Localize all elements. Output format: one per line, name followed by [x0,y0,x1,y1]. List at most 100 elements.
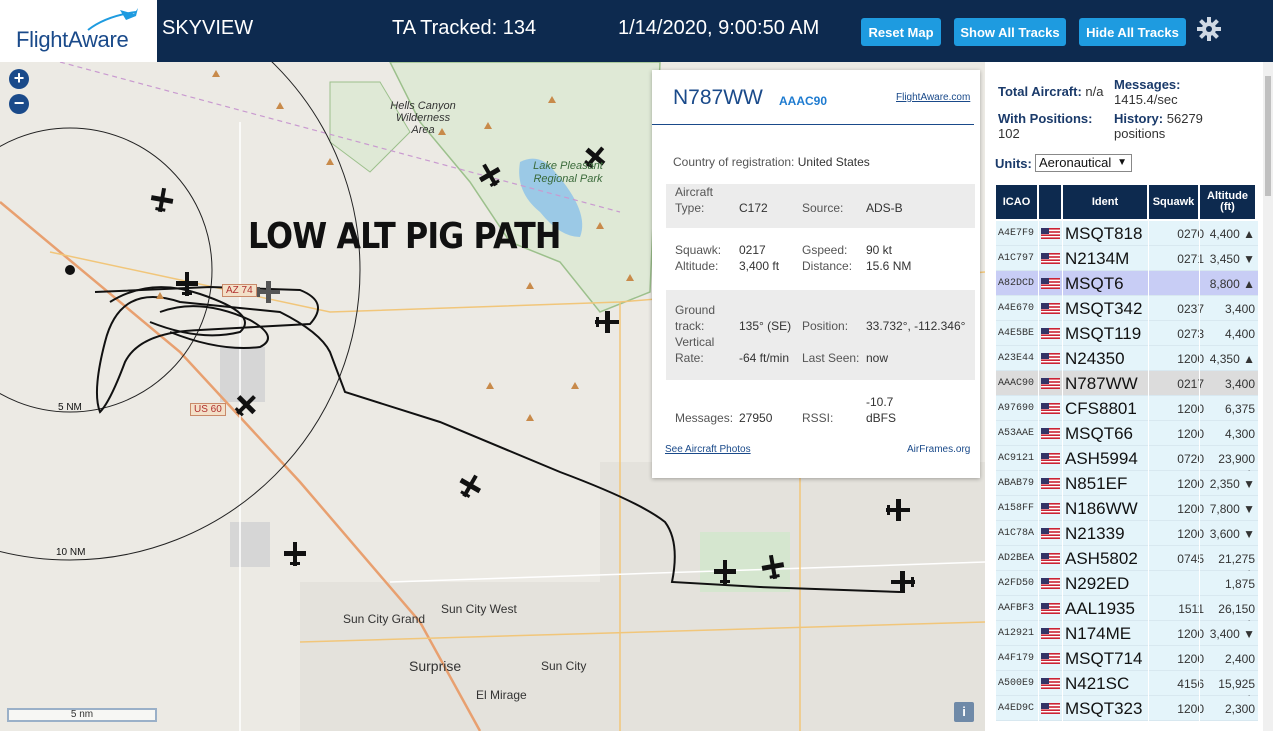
us-flag-icon [1041,503,1060,514]
row-altitude: 8,800 ▲ [1209,277,1255,291]
country-value: United States [797,155,870,169]
aircraft-row[interactable]: A2FD50 N292ED 1,875 [996,571,1258,596]
aircraft-row[interactable]: A53AAE MSQT66 1200 4,300 [996,421,1258,446]
aircraft-row[interactable]: A82DCD MSQT6 8,800 ▲ [996,271,1258,296]
map-info-button[interactable]: i [954,702,974,722]
aircraft-row[interactable]: A12921 N174ME 1200 3,400 ▼ [996,621,1258,646]
map-view[interactable]: + − LOW ALT PIG PATH Hells Canyon Wilder… [0,62,985,731]
row-ident: ASH5802 [1065,549,1138,568]
col-altitude[interactable]: Altitude (ft) [1200,185,1255,219]
gspeed-label: Gspeed: [802,243,848,257]
rssi-value: -10.7 dBFS [866,395,897,425]
row-altitude: 2,400 [1224,652,1255,666]
ground-track-label: Ground track: [675,303,716,333]
country-label: Country of registration: [673,155,795,169]
annotation-text: LOW ALT PIG PATH [248,216,561,257]
aircraft-photos-link[interactable]: See Aircraft Photos [665,444,751,455]
vertical-rate-label: Vertical Rate: [675,335,715,365]
aircraft-row[interactable]: AAFBF3AAL1935151126,150 ▲ [996,596,1258,630]
units-select[interactable]: Aeronautical ▼ [1035,154,1132,172]
messages-rate-value: 1415.4/sec [1114,92,1178,107]
aircraft-row[interactable]: A4F179 MSQT714 1200 2,400 [996,646,1258,671]
row-ident: MSQT818 [1065,224,1143,243]
row-icao: A500E9 [998,678,1035,689]
us-flag-icon [1041,553,1060,564]
row-altitude: 3,600 ▼ [1209,527,1255,541]
row-ident: N24350 [1065,349,1125,368]
row-icao: A2FD50 [998,578,1035,589]
zoom-in-button[interactable]: + [9,69,29,89]
position-value: 33.732°, -112.346° [866,319,966,333]
show-all-tracks-button[interactable]: Show All Tracks [954,18,1066,46]
aircraft-row[interactable]: ABAB79 N851EF 1200 2,350 ▼ [996,471,1258,496]
row-altitude: 2,350 ▼ [1209,477,1255,491]
messages-value: 27950 [739,411,773,425]
aircraft-row[interactable]: A4E670 MSQT342 0237 3,400 [996,296,1258,321]
row-altitude: 4,400 [1224,327,1255,341]
row-icao: A4ED9C [998,703,1035,714]
aircraft-row[interactable]: AD2BEAASH5802074521,275 ▲ [996,546,1258,580]
col-squawk[interactable]: Squawk [1149,185,1198,219]
scrollbar-thumb[interactable] [1265,76,1271,196]
aircraft-row[interactable]: A1C797 N2134M 0271 3,450 ▼ [996,246,1258,271]
flightaware-link[interactable]: FlightAware.com [896,92,970,103]
aircraft-row[interactable]: A4E5BE MSQT119 0273 4,400 [996,321,1258,346]
road-shield-az74: AZ 74 [222,284,257,297]
history-label: History: [1114,111,1164,126]
settings-gear-icon[interactable] [1196,16,1222,42]
row-icao: A4F179 [998,653,1035,664]
row-icao: AC9121 [998,453,1035,464]
aircraft-type-value: C172 [739,201,768,215]
row-altitude: 6,375 [1224,402,1255,416]
label-hells-canyon: Hells Canyon Wilderness Area [390,100,456,136]
us-flag-icon [1041,353,1060,364]
row-icao: A4E670 [998,303,1035,314]
row-icao: A4E5BE [998,328,1035,339]
aircraft-row[interactable]: A4E7F9 MSQT818 0270 4,400 ▲ [996,221,1258,246]
aircraft-row[interactable]: A23E44 N24350 1200 4,350 ▲ [996,346,1258,371]
label-el-mirage: El Mirage [476,688,527,702]
total-aircraft-label: Total Aircraft: [998,84,1082,99]
row-ident: N292ED [1065,574,1130,593]
us-flag-icon [1041,678,1060,689]
aircraft-row[interactable]: AC9121ASH5994072023,900 ▲ [996,446,1258,480]
with-positions-value: 102 [998,126,1020,141]
row-altitude: 2,300 [1224,702,1255,716]
row-ident: N787WW [1065,374,1138,393]
airframes-link[interactable]: AirFrames.org [907,444,970,455]
row-icao: A97690 [998,403,1035,414]
row-ident: MSQT6 [1065,274,1124,293]
label-surprise: Surprise [409,658,462,674]
distance-label: Distance: [802,259,853,273]
us-flag-icon [1041,653,1060,664]
aircraft-row[interactable]: A4ED9C MSQT323 1200 2,300 [996,696,1258,721]
row-ident: N421SC [1065,674,1130,693]
col-ident[interactable]: Ident [1063,185,1147,219]
zoom-out-button[interactable]: − [9,94,29,114]
position-label: Position: [802,319,849,333]
panel-scrollbar[interactable] [1263,62,1273,731]
site-name: SKYVIEW [162,17,254,39]
units-label: Units: [995,156,1032,171]
units-value: Aeronautical [1039,155,1112,170]
flightaware-logo[interactable]: FlightAware [0,0,157,62]
us-flag-icon [1041,603,1060,614]
popup-country: Country of registration: United States [673,155,870,169]
total-aircraft-value: n/a [1085,84,1104,99]
us-flag-icon [1041,528,1060,539]
aircraft-row[interactable]: A158FF N186WW 1200 7,800 ▼ [996,496,1258,521]
source-value: ADS-B [866,201,903,215]
hide-all-tracks-button[interactable]: Hide All Tracks [1079,18,1186,46]
aircraft-row[interactable]: A97690 CFS8801 1200 6,375 [996,396,1258,421]
col-icao[interactable]: ICAO [996,185,1037,219]
row-icao: A23E44 [998,353,1035,364]
ring-label-10nm: 10 NM [56,547,86,558]
row-ident: AAL1935 [1065,599,1135,618]
aircraft-panel: Total Aircraft: n/a Messages: 1415.4/sec… [985,62,1273,731]
row-ident: MSQT66 [1065,424,1134,443]
aircraft-row[interactable]: AAAC90 N787WW 0217 3,400 [996,371,1258,396]
row-altitude: 3,450 ▼ [1209,252,1255,266]
reset-map-button[interactable]: Reset Map [861,18,941,46]
aircraft-row[interactable]: A1C78A N21339 1200 3,600 ▼ [996,521,1258,546]
aircraft-row[interactable]: A500E9N421SC415615,925 ▲ [996,671,1258,705]
